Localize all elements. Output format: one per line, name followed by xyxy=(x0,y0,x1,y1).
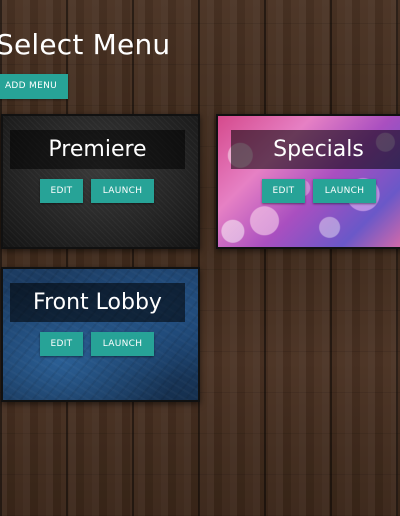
menu-card-specials: Specials EDIT LAUNCH xyxy=(216,114,400,249)
menu-card-front-lobby: Front Lobby EDIT LAUNCH xyxy=(1,267,200,402)
menu-card-premiere: Premiere EDIT LAUNCH xyxy=(1,114,200,249)
launch-button[interactable]: LAUNCH xyxy=(91,179,154,203)
menu-card-title: Front Lobby xyxy=(10,283,185,322)
launch-button[interactable]: LAUNCH xyxy=(91,332,154,356)
add-menu-button[interactable]: ADD MENU xyxy=(0,74,68,99)
edit-button[interactable]: EDIT xyxy=(40,332,83,356)
page-title: Select Menu xyxy=(0,28,171,61)
edit-button[interactable]: EDIT xyxy=(40,179,83,203)
menu-card-title: Specials xyxy=(231,130,400,169)
menu-card-title: Premiere xyxy=(10,130,185,169)
edit-button[interactable]: EDIT xyxy=(262,179,305,203)
launch-button[interactable]: LAUNCH xyxy=(313,179,376,203)
